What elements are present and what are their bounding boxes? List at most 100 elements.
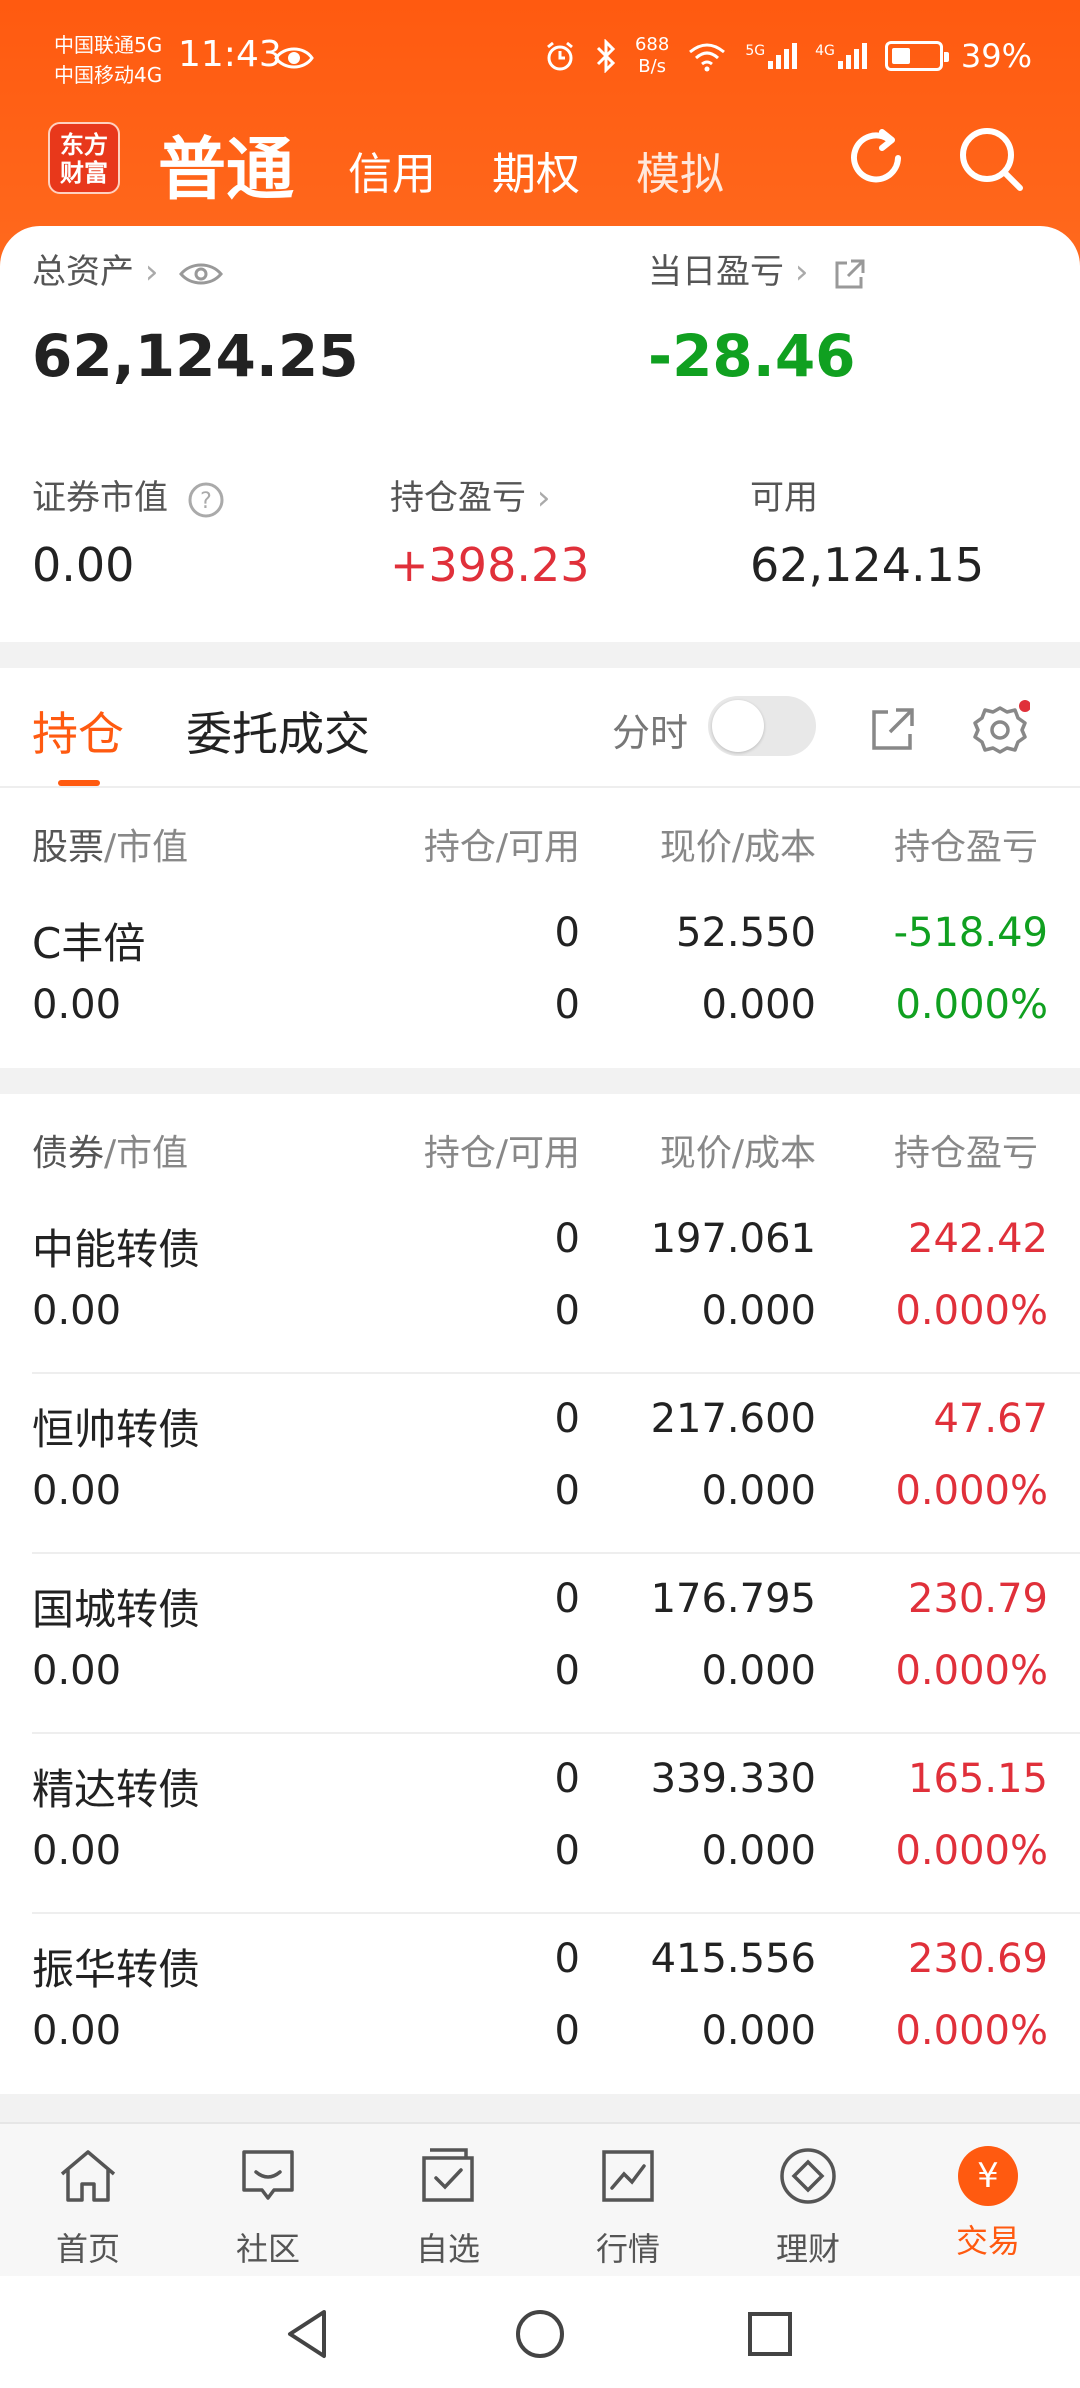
refresh-icon[interactable] [842,124,910,192]
nav-community[interactable]: 社区 [208,2146,328,2270]
carrier-info: 中国联通5G 中国移动4G [54,30,162,90]
nav-home[interactable]: 首页 [28,2146,148,2270]
app-logo: 东方 财富 [48,122,120,194]
tab-credit[interactable]: 信用 [348,138,436,202]
table-row[interactable]: 振华转债 0.00 0 0 415.556 0.000 230.69 0.000… [0,1914,1080,2094]
bluetooth-icon [596,39,616,73]
settings-icon[interactable] [970,700,1030,760]
signal-5g: 5G [745,43,798,69]
nav-trade-label: 交易 [955,2222,1020,2260]
eye-icon[interactable] [179,261,224,287]
bottom-nav: 首页 社区 自选 行情 理财 ¥ 交易 [0,2122,1080,2276]
search-icon[interactable] [956,124,1026,194]
security-name: 恒帅转债 [32,1405,201,1454]
tab-normal[interactable]: 普通 [158,114,294,213]
back-icon[interactable] [280,2306,336,2362]
bonds-header-row: 债券/市值 持仓/可用 现价/成本 持仓盈亏 [0,1094,1080,1194]
position-qty: 0 [554,1756,580,1802]
position-qty: 0 [554,1936,580,1982]
total-assets-value: 62,124.25 [32,322,359,390]
notification-dot [1019,700,1030,712]
chevron-right-icon: › [536,478,551,518]
nav-trade[interactable]: ¥ 交易 [928,2146,1048,2262]
table-row[interactable]: 精达转债 0.00 0 0 339.330 0.000 165.15 0.000… [0,1734,1080,1914]
available-qty: 0 [554,982,580,1028]
market-value: 0.00 [32,1288,122,1334]
cost-price: 0.000 [701,1288,816,1334]
recents-icon[interactable] [742,2306,798,2362]
home-button-icon[interactable] [512,2306,568,2362]
cost-price: 0.000 [701,1648,816,1694]
daily-pl-value: -28.46 [648,322,856,390]
nav-watchlist[interactable]: 自选 [388,2146,508,2270]
available-qty: 0 [554,1828,580,1874]
holding-pl: 47.67 [933,1396,1048,1442]
battery-icon [884,41,949,71]
positions-panel: 持仓 委托成交 分时 股票/市值 持仓/可用 现价/成本 持仓盈亏 C丰倍 0.… [0,668,1080,1068]
position-qty: 0 [554,1216,580,1262]
securities-value-label: 证券市值 [32,478,168,518]
clock: 11:43 [178,34,282,75]
tab-options[interactable]: 期权 [492,138,580,202]
system-nav-bar [0,2276,1080,2388]
battery-percent: 39% [960,37,1032,75]
position-qty: 0 [554,1576,580,1622]
tab-positions[interactable]: 持仓 [32,698,124,764]
market-value: 0.00 [32,1648,122,1694]
export-icon[interactable] [868,704,918,754]
available-qty: 0 [554,2008,580,2054]
security-name: 精达转债 [32,1765,201,1814]
diamond-icon [780,2148,836,2204]
cost-price: 0.000 [701,2008,816,2054]
total-assets-label: 总资产 [32,252,134,292]
security-name: 中能转债 [32,1225,201,1274]
table-row[interactable]: 中能转债 0.00 0 0 197.061 0.000 242.42 0.000… [0,1194,1080,1374]
nav-wealth[interactable]: 理财 [748,2146,868,2270]
market-value: 0.00 [32,2008,122,2054]
holding-pl-pct: 0.000% [895,1288,1048,1334]
chevron-right-icon: › [794,252,809,292]
chart-icon [602,2150,654,2202]
intraday-label: 分时 [612,711,689,755]
holding-pl-pct: 0.000% [895,1828,1048,1874]
home-icon [60,2150,116,2202]
eye-status-icon [274,47,314,69]
available-qty: 0 [554,1468,580,1514]
total-assets-label-group[interactable]: 总资产 › [32,244,224,293]
signal-4g: 4G [815,43,867,69]
svg-text:?: ? [200,489,212,514]
share-icon[interactable] [833,257,867,291]
stocks-header-col4: 持仓盈亏 [894,827,1039,868]
bonds-header-col1: 债券/市值 [32,1133,189,1174]
stocks-header-col1: 股票/市值 [32,827,189,868]
nav-wealth-label: 理财 [775,2230,840,2268]
holding-pl: -518.49 [893,910,1048,956]
nav-market[interactable]: 行情 [568,2146,688,2270]
bonds-header-col3: 现价/成本 [659,1133,816,1174]
current-price: 217.600 [650,1396,816,1442]
bonds-header-col2: 持仓/可用 [423,1133,580,1174]
intraday-toggle[interactable] [708,696,816,756]
table-row[interactable]: 恒帅转债 0.00 0 0 217.600 0.000 47.67 0.000% [0,1374,1080,1554]
tab-simulate[interactable]: 模拟 [636,138,724,202]
holding-pl: 230.69 [908,1936,1048,1982]
securities-value-label-group: 证券市值 ? [32,470,225,519]
table-row[interactable]: C丰倍 0.00 0 0 52.550 0.000 -518.49 0.000% [0,888,1080,1068]
toggle-knob [712,700,764,752]
stocks-header-col2: 持仓/可用 [423,827,580,868]
help-icon[interactable]: ? [187,481,225,519]
bonds-section: 债券/市值 持仓/可用 现价/成本 持仓盈亏 中能转债 0.00 0 0 197… [0,1094,1080,2094]
cost-price: 0.000 [701,1468,816,1514]
current-price: 197.061 [650,1216,816,1262]
tab-orders[interactable]: 委托成交 [186,698,370,764]
nav-market-label: 行情 [595,2230,660,2268]
table-row[interactable]: 国城转债 0.00 0 0 176.795 0.000 230.79 0.000… [0,1554,1080,1734]
holding-pl-label-group[interactable]: 持仓盈亏 › [390,470,550,519]
status-bar: 中国联通5G 中国移动4G 11:43 688 B/s 5G 4G 39% [0,0,1080,110]
daily-pl-label: 当日盈亏 [648,252,784,292]
daily-pl-label-group[interactable]: 当日盈亏 › [648,244,867,293]
holding-pl-pct: 0.000% [895,1648,1048,1694]
position-qty: 0 [554,1396,580,1442]
available-qty: 0 [554,1648,580,1694]
status-icons: 688 B/s 5G 4G 39% [543,34,1032,78]
